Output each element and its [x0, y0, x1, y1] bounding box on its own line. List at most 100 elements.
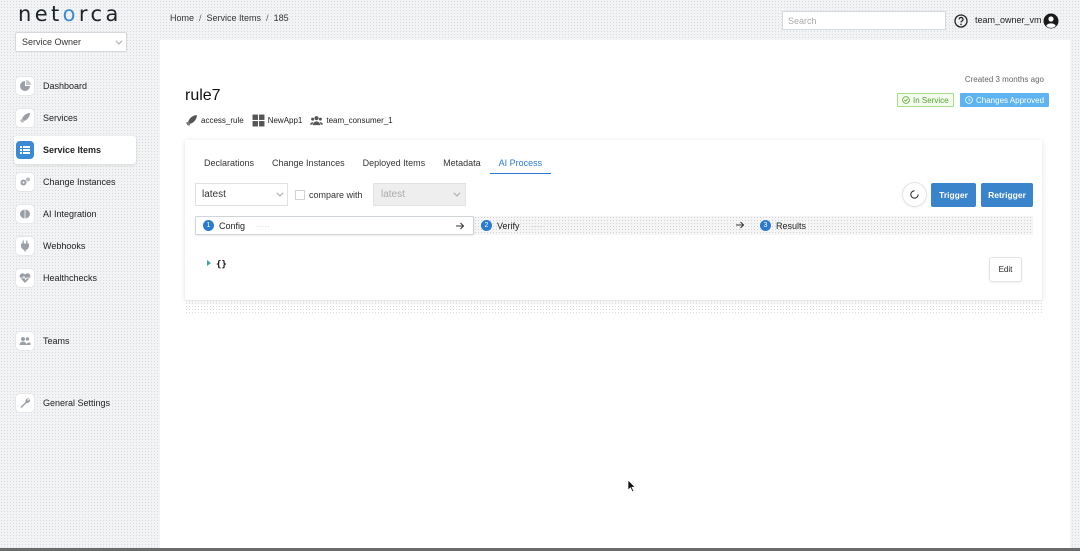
sidebar-item-teams[interactable]: Teams: [14, 327, 136, 355]
sidebar-item-label: Webhooks: [43, 241, 86, 251]
sidebar-item-general-settings[interactable]: General Settings: [14, 389, 136, 417]
compare-label: compare with: [309, 190, 363, 200]
trigger-button[interactable]: Trigger: [931, 183, 976, 207]
page-title: rule7: [185, 87, 221, 104]
chevron-down-icon: [276, 189, 284, 197]
sidebar-item-label: Service Items: [43, 145, 102, 155]
arrow-right-icon: [736, 221, 745, 229]
refresh-button[interactable]: [903, 183, 926, 206]
role-select-value: Service Owner: [22, 37, 82, 47]
service-link[interactable]: access_rule: [185, 114, 244, 127]
breadcrumb-current: 185: [273, 13, 289, 23]
application-link[interactable]: NewApp1: [252, 114, 303, 127]
process-steps: 1 Config ..... 2 Verify ..... 3 Results …: [195, 216, 1033, 235]
refresh-icon: [910, 190, 919, 199]
tab-metadata[interactable]: Metadata: [434, 152, 490, 174]
status-badge-label: In Service: [913, 95, 949, 105]
sidebar-item-label: Dashboard: [43, 81, 88, 91]
detail-tabs: Declarations Change Instances Deployed I…: [195, 152, 552, 174]
tab-declarations[interactable]: Declarations: [195, 152, 263, 174]
sidebar-item-services[interactable]: Services: [14, 104, 136, 132]
rocket-icon: [16, 109, 34, 127]
search-input[interactable]: [782, 11, 946, 30]
chevron-down-icon: [453, 189, 461, 197]
clock-icon: [965, 96, 973, 104]
step-label: Config: [219, 220, 246, 231]
approval-badge: Changes Approved: [960, 93, 1050, 107]
step-config[interactable]: 1 Config .....: [195, 216, 474, 235]
approval-badge-label: Changes Approved: [976, 95, 1045, 105]
step-description: .....: [530, 222, 546, 229]
step-number: 3: [760, 220, 771, 231]
status-badge: In Service: [897, 93, 954, 107]
users-icon: [16, 332, 34, 350]
item-meta-row: access_rule NewApp1 team_consumer_1: [185, 114, 393, 127]
help-icon[interactable]: [954, 14, 968, 28]
brain-icon: [16, 205, 34, 223]
expand-caret-icon[interactable]: [207, 260, 211, 266]
chevron-down-icon: [115, 37, 123, 45]
sidebar-item-label: AI Integration: [43, 209, 97, 219]
heartbeat-icon: [16, 269, 34, 287]
netorca-logo[interactable]: net o rca: [18, 2, 122, 26]
sidebar-item-label: General Settings: [43, 398, 111, 408]
pie-chart-icon: [16, 77, 34, 95]
breadcrumb-home[interactable]: Home: [170, 13, 194, 23]
logo-o-mark: o: [62, 2, 79, 26]
wrench-icon: [16, 394, 34, 412]
tab-change-instances[interactable]: Change Instances: [263, 152, 354, 174]
breadcrumb-separator: /: [199, 13, 202, 23]
step-description: .....: [256, 222, 271, 229]
sidebar: net o rca Service Owner Dashboard Services…: [0, 0, 150, 551]
gears-icon: [16, 173, 34, 191]
step-verify[interactable]: 2 Verify .....: [474, 216, 753, 235]
compare-checkbox[interactable]: [295, 190, 305, 200]
plug-icon: [16, 237, 34, 255]
service-name: access_rule: [201, 116, 244, 125]
sidebar-item-service-items[interactable]: Service Items: [14, 136, 136, 164]
sidebar-item-healthchecks[interactable]: Healthchecks: [14, 264, 136, 292]
sidebar-item-label: Services: [43, 113, 78, 123]
role-select[interactable]: Service Owner: [15, 32, 127, 52]
user-name[interactable]: team_owner_vm: [975, 15, 1042, 25]
json-value: {}: [216, 260, 227, 270]
compare-select-value: latest: [381, 189, 405, 200]
sidebar-item-label: Change Instances: [43, 177, 116, 187]
step-label: Verify: [497, 220, 520, 231]
item-detail-card: Declarations Change Instances Deployed I…: [185, 140, 1042, 300]
breadcrumb-service-items[interactable]: Service Items: [207, 13, 262, 23]
windows-icon: [252, 114, 265, 127]
card-footer-shadow: [185, 299, 1042, 313]
breadcrumb-separator: /: [266, 13, 269, 23]
sidebar-item-label: Healthchecks: [43, 273, 98, 283]
step-number: 2: [481, 220, 492, 231]
arrow-right-icon: [456, 222, 465, 230]
version-select[interactable]: latest: [195, 183, 288, 206]
sidebar-item-change-instances[interactable]: Change Instances: [14, 168, 136, 196]
retrigger-button[interactable]: Retrigger: [981, 183, 1033, 207]
mouse-cursor-icon: [627, 479, 637, 493]
application-name: NewApp1: [267, 116, 303, 125]
tab-deployed-items[interactable]: Deployed Items: [354, 152, 435, 174]
compare-version-select: latest: [373, 183, 466, 206]
team-link[interactable]: team_consumer_1: [310, 114, 393, 127]
sidebar-item-dashboard[interactable]: Dashboard: [14, 72, 136, 100]
logo-text-part: rca: [78, 2, 122, 26]
step-number: 1: [203, 220, 214, 231]
users-icon: [310, 116, 324, 126]
version-select-value: latest: [202, 189, 226, 200]
user-avatar-icon[interactable]: [1043, 13, 1059, 29]
sidebar-item-webhooks[interactable]: Webhooks: [14, 232, 136, 260]
tab-ai-process[interactable]: AI Process: [489, 152, 552, 174]
sidebar-item-ai-integration[interactable]: AI Integration: [14, 200, 136, 228]
logo-text-part: net: [18, 2, 63, 26]
list-icon: [16, 141, 34, 159]
breadcrumb: Home / Service Items / 185: [170, 13, 289, 23]
edit-button[interactable]: Edit: [990, 258, 1021, 281]
step-results[interactable]: 3 Results .....: [753, 216, 1033, 235]
step-label: Results: [776, 220, 807, 231]
check-circle-icon: [902, 96, 910, 104]
rocket-icon: [186, 115, 197, 126]
main-panel: Created 3 months ago rule7 In Service Ch…: [160, 40, 1070, 551]
json-viewer: {} Edit: [195, 243, 1033, 292]
